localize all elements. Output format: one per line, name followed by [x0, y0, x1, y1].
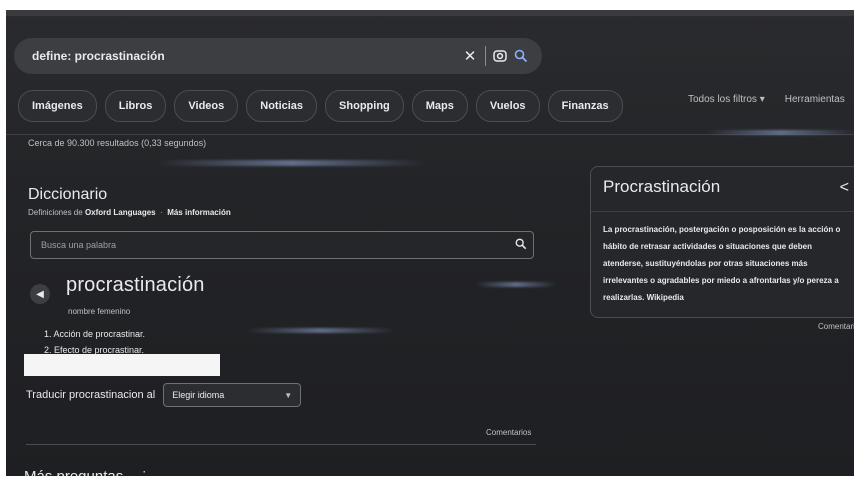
- more-info-link[interactable]: Más información: [167, 208, 231, 217]
- dictionary-search-input[interactable]: Busca una palabra: [41, 240, 509, 250]
- camera-lens-icon[interactable]: [490, 46, 510, 66]
- result-stats: Cerca de 90.300 resultados (0,33 segundo…: [28, 138, 207, 148]
- screen-glare-patch: [24, 354, 220, 376]
- chip-books[interactable]: Libros: [104, 90, 167, 122]
- headword: procrastinación: [66, 274, 205, 296]
- search-input[interactable]: define: procrastinación: [32, 49, 459, 63]
- more-options-icon[interactable]: ⋮: [137, 468, 151, 476]
- dictionary-source: Definiciones de Oxford Languages · Más i…: [28, 208, 231, 217]
- search-divider: [485, 46, 486, 66]
- all-filters-button[interactable]: Todos los filtros ▾: [688, 94, 765, 105]
- tools-button[interactable]: Herramientas: [785, 94, 845, 105]
- chip-images[interactable]: Imágenes: [18, 90, 97, 122]
- source-prefix: Definiciones de: [28, 208, 83, 217]
- search-filter-chips: Imágenes Libros Videos Noticias Shopping…: [18, 90, 623, 122]
- screen-glare: [476, 282, 556, 287]
- search-bar[interactable]: define: procrastinación ✕: [14, 38, 542, 74]
- browser-screen: define: procrastinación ✕ Imágenes Libro…: [6, 10, 854, 476]
- language-select[interactable]: Elegir idioma ▼: [163, 383, 302, 407]
- knowledge-panel-title: Procrastinación: [603, 177, 721, 196]
- comments-link[interactable]: Comentarios: [486, 428, 531, 437]
- more-questions-header: Más preguntas ⋮: [24, 468, 151, 476]
- source-link[interactable]: Oxford Languages: [85, 208, 156, 217]
- screen-glare: [156, 160, 426, 166]
- share-icon[interactable]: <: [840, 179, 849, 197]
- search-tools: Todos los filtros ▾ Herramientas: [688, 94, 845, 105]
- knowledge-panel: Procrastinación < La procrastinación, po…: [590, 166, 854, 318]
- language-select-value: Elegir idioma: [172, 390, 225, 400]
- chip-maps[interactable]: Maps: [411, 90, 468, 122]
- chip-videos[interactable]: Videos: [174, 90, 239, 122]
- chip-finance[interactable]: Finanzas: [547, 90, 623, 122]
- search-icon[interactable]: [509, 238, 533, 253]
- chevron-down-icon: ▼: [284, 390, 293, 400]
- close-icon[interactable]: ✕: [459, 45, 481, 67]
- speaker-icon[interactable]: ◀: [30, 284, 50, 304]
- dictionary-search-field[interactable]: Busca una palabra: [30, 231, 534, 259]
- translate-label: Traducir procrastinacion al: [26, 389, 156, 401]
- screen-glare: [706, 130, 854, 135]
- definition-item: 1. Acción de procrastinar.: [44, 329, 146, 339]
- translate-row: Traducir procrastinacion al Elegir idiom…: [26, 383, 302, 407]
- chip-flights[interactable]: Vuelos: [475, 90, 540, 122]
- knowledge-panel-comments-link[interactable]: Comentarios: [818, 322, 854, 331]
- dictionary-title: Diccionario: [28, 186, 108, 203]
- knowledge-panel-divider: [591, 211, 854, 212]
- part-of-speech: nombre femenino: [68, 307, 131, 316]
- more-questions-title: Más preguntas: [24, 468, 123, 476]
- chip-news[interactable]: Noticias: [246, 90, 318, 122]
- search-icon[interactable]: [510, 45, 532, 67]
- screen-glare: [246, 328, 396, 333]
- section-divider: [26, 444, 536, 445]
- chip-shopping[interactable]: Shopping: [325, 90, 404, 122]
- knowledge-panel-description: La procrastinación, postergación o pospo…: [603, 225, 841, 302]
